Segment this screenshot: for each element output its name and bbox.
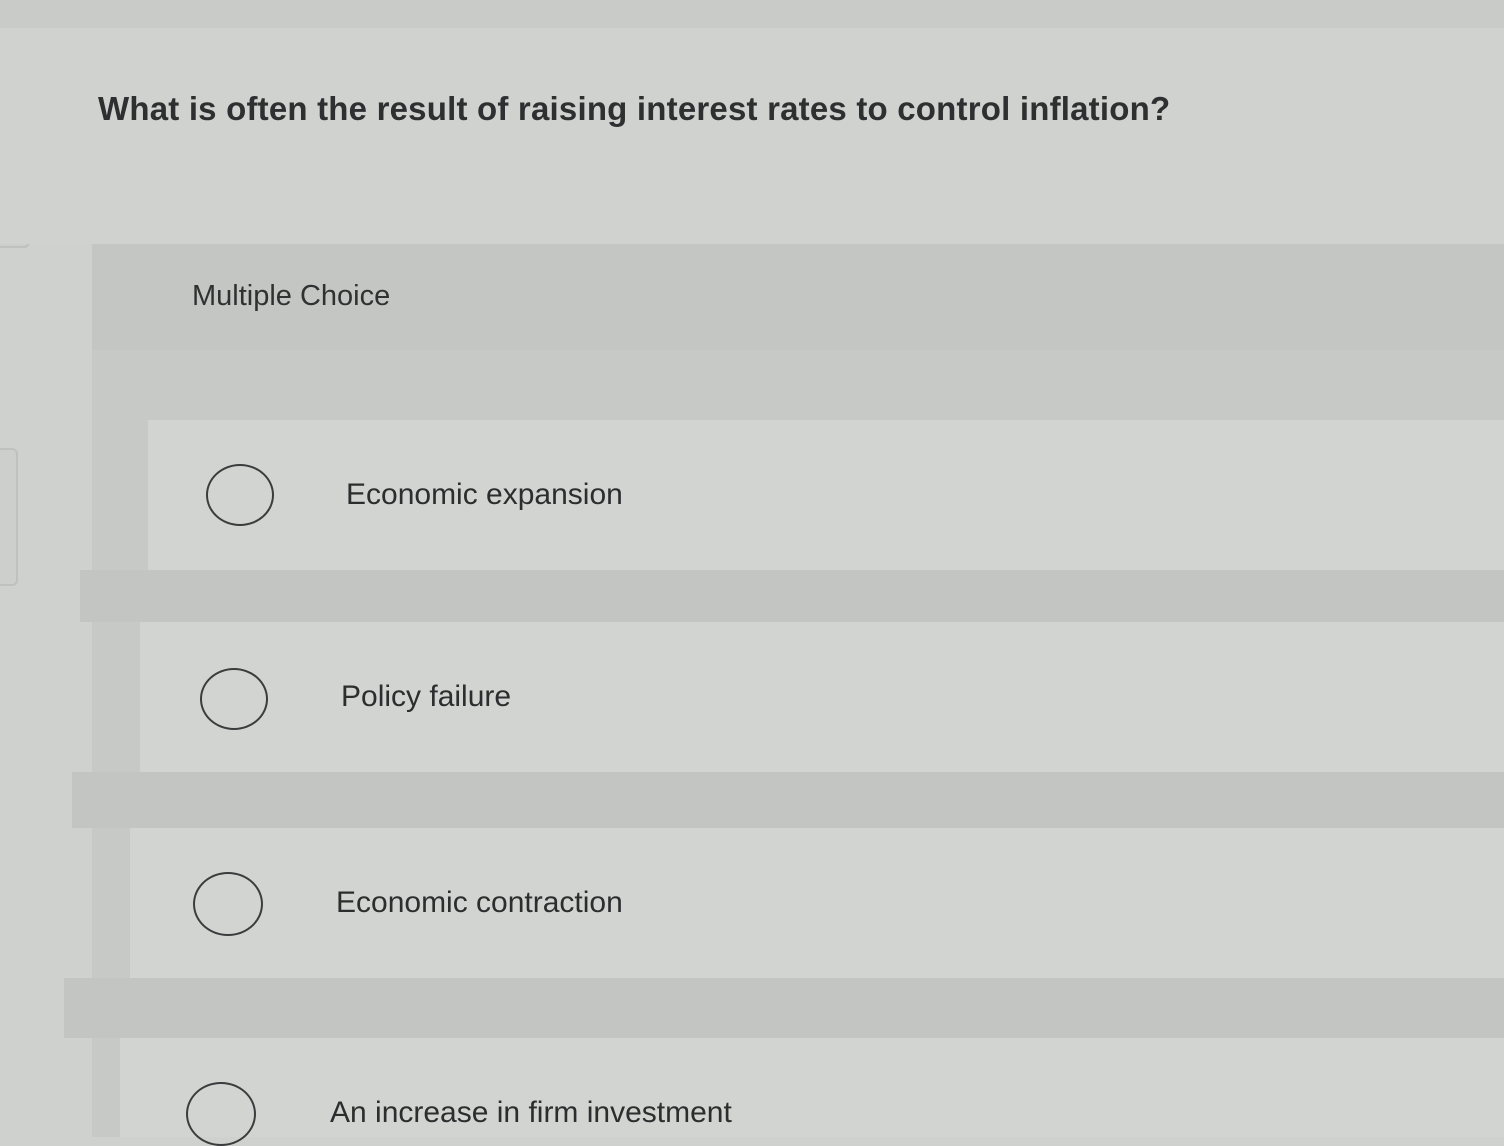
option-separator — [72, 772, 1504, 828]
answer-option-label[interactable]: Economic expansion — [346, 478, 623, 512]
radio-button-option-1[interactable] — [206, 464, 274, 526]
option-separator — [80, 570, 1504, 622]
answer-option-label[interactable]: An increase in firm investment — [330, 1096, 732, 1130]
left-side-tab-lower[interactable] — [0, 448, 18, 586]
question-type-label: Multiple Choice — [192, 280, 391, 312]
radio-button-option-3[interactable] — [193, 872, 263, 936]
answer-option-label[interactable]: Policy failure — [341, 680, 511, 714]
question-area — [0, 28, 1504, 244]
radio-button-option-4[interactable] — [186, 1082, 256, 1146]
page-top-strip — [0, 0, 1504, 28]
radio-button-option-2[interactable] — [200, 668, 268, 730]
answer-option-increase-firm-investment[interactable] — [120, 1038, 1504, 1137]
answer-option-label[interactable]: Economic contraction — [336, 886, 623, 920]
question-prompt: What is often the result of raising inte… — [98, 90, 1171, 127]
option-separator — [64, 978, 1504, 1038]
